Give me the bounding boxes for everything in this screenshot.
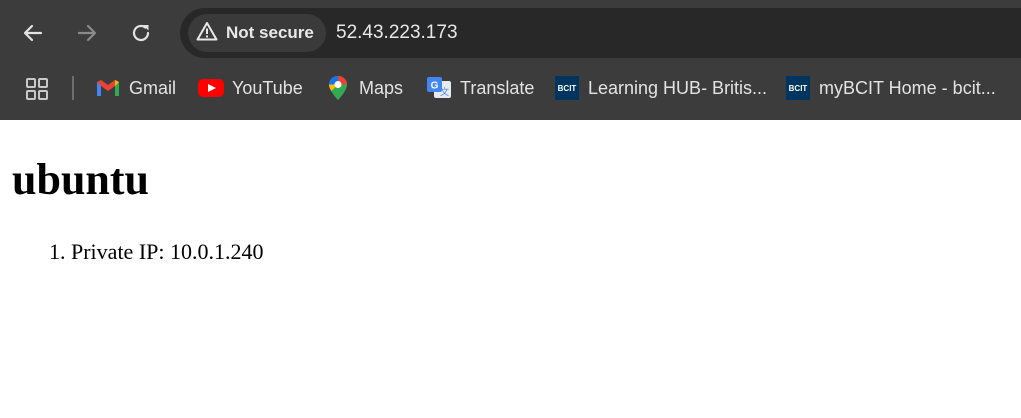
bookmark-label: Maps bbox=[359, 77, 404, 98]
bookmark-translate[interactable]: G 文 Translate bbox=[426, 72, 534, 104]
bcit-icon: BCIT bbox=[554, 75, 580, 101]
youtube-icon bbox=[198, 75, 224, 101]
bookmark-label: Gmail bbox=[129, 77, 177, 98]
gmail-icon bbox=[95, 75, 121, 101]
bookmark-youtube[interactable]: YouTube bbox=[198, 72, 303, 104]
list-text: Private IP: 10.0.1.240 bbox=[71, 239, 264, 264]
warning-triangle-icon bbox=[196, 21, 226, 46]
info-list: 1. Private IP: 10.0.1.240 bbox=[49, 238, 264, 266]
url-text[interactable]: 52.43.223.173 bbox=[336, 22, 458, 44]
bookmark-gmail[interactable]: Gmail bbox=[95, 72, 176, 104]
bookmark-label: Learning HUB- Britis... bbox=[588, 77, 768, 98]
address-bar[interactable]: Not secure 52.43.223.173 bbox=[180, 8, 1021, 58]
back-button[interactable] bbox=[13, 13, 53, 53]
apps-grid-icon bbox=[25, 78, 49, 105]
translate-icon: G 文 bbox=[426, 75, 452, 101]
svg-text:G: G bbox=[431, 81, 439, 92]
bookmark-maps[interactable]: Maps bbox=[325, 72, 403, 104]
bcit-icon: BCIT bbox=[785, 75, 811, 101]
reload-button[interactable] bbox=[121, 13, 161, 53]
list-item: 1. Private IP: 10.0.1.240 bbox=[49, 238, 264, 266]
bookmark-label: Translate bbox=[460, 77, 535, 98]
security-indicator[interactable]: Not secure bbox=[188, 14, 326, 52]
bookmark-mybcit[interactable]: BCIT myBCIT Home - bcit... bbox=[785, 72, 996, 104]
page-title: ubuntu bbox=[12, 155, 150, 204]
maps-icon bbox=[325, 75, 351, 101]
apps-button[interactable] bbox=[25, 77, 49, 106]
bookmark-label: myBCIT Home - bcit... bbox=[819, 77, 996, 98]
arrow-left-icon bbox=[22, 22, 44, 44]
reload-icon bbox=[130, 22, 152, 44]
arrow-right-icon bbox=[76, 22, 98, 44]
list-number: 1. bbox=[49, 239, 66, 264]
forward-button[interactable] bbox=[67, 13, 107, 53]
bookmark-label: YouTube bbox=[232, 77, 303, 98]
security-label: Not secure bbox=[226, 23, 314, 42]
bookmark-learning-hub[interactable]: BCIT Learning HUB- Britis... bbox=[554, 72, 767, 104]
svg-text:文: 文 bbox=[440, 86, 449, 97]
bookmarks-separator bbox=[72, 76, 74, 100]
